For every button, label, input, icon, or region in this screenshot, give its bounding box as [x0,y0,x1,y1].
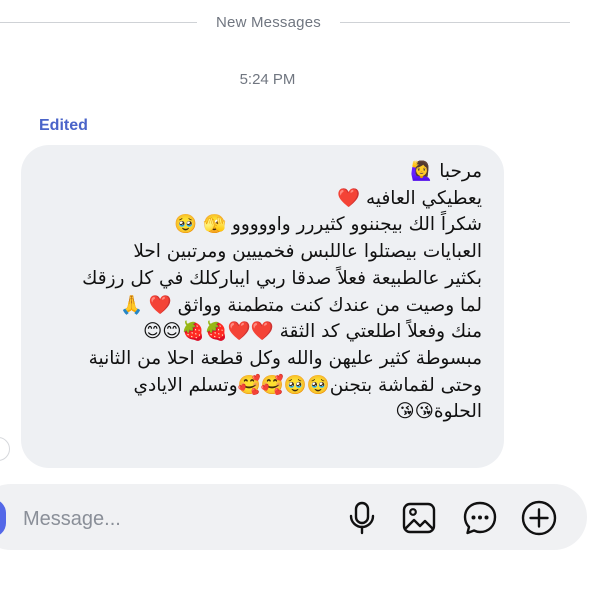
image-gallery-icon [402,502,436,534]
sticker-icon [463,501,497,535]
message-line: العبايات بيصتلوا عاللبس فخمييين ومرتبين … [133,241,482,263]
new-messages-divider-right [340,22,570,23]
edited-label: Edited [39,117,88,134]
message-input[interactable] [21,504,315,534]
message-line: لما وصيت من عندك كنت متطمنة وواثق ❤️ 🙏 [119,294,482,316]
microphone-button[interactable] [342,496,382,540]
message-line: مرحبا 🙋‍♀️ [410,161,482,182]
message-timestamp: 5:24 PM [239,71,296,88]
sticker-button[interactable] [460,496,500,540]
message-line: بكثير عالطبيعة فعلاً صدقا ربي ايباركلك ف… [82,267,482,289]
message-bubble[interactable]: مرحبا 🙋‍♀️ يعطيكي العافيه ❤️ شكراً الك ب… [21,145,504,468]
microphone-icon [349,501,375,535]
add-button[interactable] [519,496,559,540]
message-line: الحلوة😘😘 [395,401,482,423]
message-line: منك وفعلاً اطلعتي كد الثقة ❤️❤️🍓🍓😊😊 [142,321,482,343]
gallery-button[interactable] [399,496,439,540]
message-line: شكراً الك بيجننوو كثيررر واووووو 🫣 🥹 [174,214,482,236]
sender-avatar-edge [0,437,10,461]
message-text: مرحبا 🙋‍♀️ يعطيكي العافيه ❤️ شكراً الك ب… [39,159,482,426]
plus-icon [521,500,557,536]
message-line: مبسوطة كثير عليهن والله وكل قطعة احلا من… [88,347,482,369]
message-line: وحتى لقماشة بتجنن🥹🥹🥰🥰وتسلم الايادي [133,374,482,396]
new-messages-divider-label: New Messages [216,14,321,31]
new-messages-divider-left [0,22,197,23]
message-line: يعطيكي العافيه ❤️ [337,187,482,209]
